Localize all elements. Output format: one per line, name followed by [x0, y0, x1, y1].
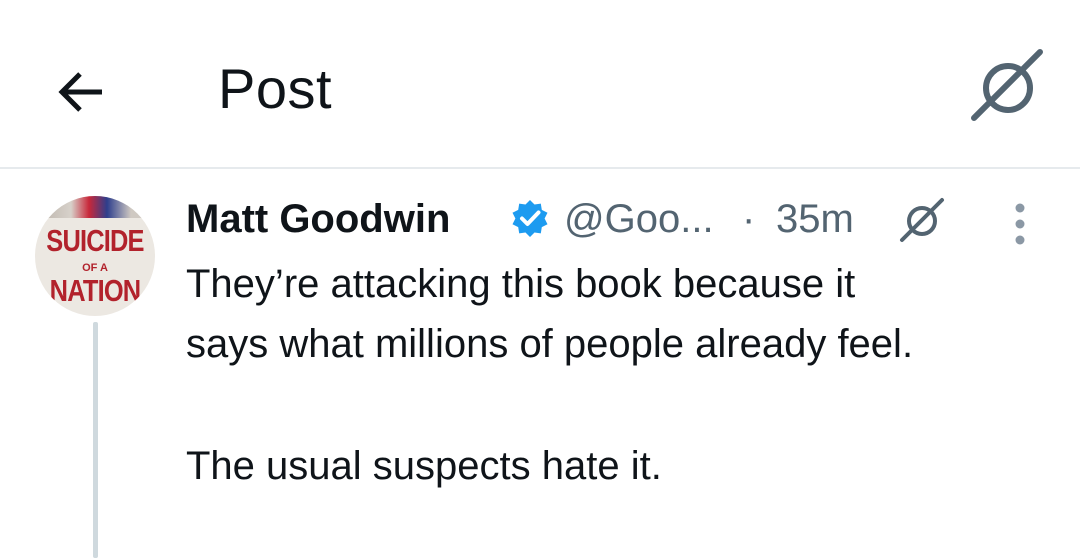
top-app-bar: Post [0, 0, 1080, 169]
post-body: They’re attacking this book because it s… [186, 254, 1066, 496]
grok-icon [971, 49, 1043, 121]
avatar-text-line1: SUICIDE [46, 223, 144, 258]
grok-icon [900, 198, 944, 242]
separator-dot: · [742, 197, 756, 241]
post-text-line: They’re attacking this book because it [186, 262, 856, 306]
grok-button[interactable] [968, 46, 1048, 126]
avatar-text-line3: NATION [49, 273, 141, 308]
avatar-cover-art [35, 196, 155, 218]
thread-connector-line [93, 322, 98, 558]
grok-post-button[interactable] [898, 196, 946, 244]
post-text-line: says what millions of people already fee… [186, 322, 914, 366]
arrow-left-icon [58, 72, 102, 112]
back-button[interactable] [50, 58, 114, 122]
page-title: Post [218, 57, 333, 120]
author-handle[interactable]: @Goo... [564, 196, 714, 242]
post-text-line: The usual suspects hate it. [186, 444, 662, 488]
avatar[interactable]: SUICIDE OF A NATION [35, 196, 155, 316]
more-vertical-icon [1015, 203, 1025, 245]
header-divider [0, 167, 1080, 169]
verified-badge-icon [510, 198, 550, 238]
more-options-button[interactable] [1006, 202, 1034, 246]
author-name[interactable]: Matt Goodwin [186, 196, 450, 242]
post-timestamp[interactable]: 35m [776, 196, 854, 242]
post-header: Matt Goodwin @Goo... · 35m [186, 194, 1066, 246]
